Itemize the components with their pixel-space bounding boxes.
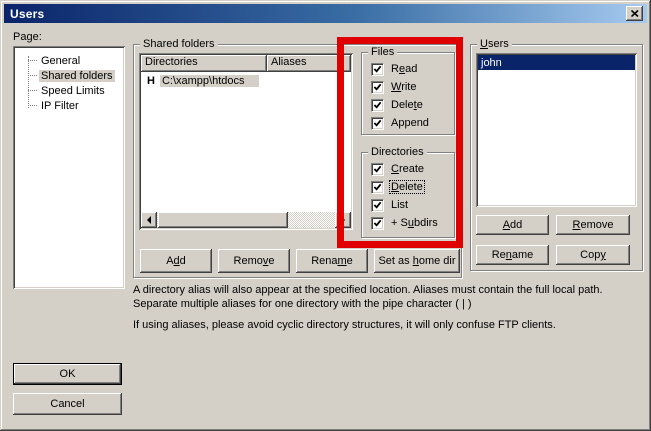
checkbox-append[interactable]: Append xyxy=(371,116,430,130)
users-dialog: Users Page: General Shared folders Speed… xyxy=(0,0,651,431)
checkbox-checked-icon xyxy=(371,163,384,176)
directories-list-header: Directories Aliases xyxy=(141,55,351,72)
directory-row[interactable]: H C:\xampp\htdocs xyxy=(141,73,351,88)
horizontal-scrollbar[interactable] xyxy=(141,212,351,228)
checkbox-checked-icon xyxy=(371,199,384,212)
checkbox-delete-dir[interactable]: Delete xyxy=(371,180,424,194)
checkbox-checked-icon xyxy=(371,81,384,94)
tree-item-ip-filter[interactable]: IP Filter xyxy=(28,98,81,113)
scroll-right-button[interactable] xyxy=(335,212,351,228)
checkbox-subdirs[interactable]: + Subdirs xyxy=(371,216,439,230)
checkbox-create[interactable]: Create xyxy=(371,162,425,176)
users-group-title: Users xyxy=(477,38,512,50)
tree-stub-icon xyxy=(28,90,37,91)
checkbox-read[interactable]: Read xyxy=(371,62,418,76)
scroll-left-icon xyxy=(143,216,151,224)
shared-folders-group-title: Shared folders xyxy=(140,38,218,50)
rename-directory-button[interactable]: Rename xyxy=(296,249,368,273)
remove-user-button[interactable]: Remove xyxy=(556,215,630,235)
checkbox-write[interactable]: Write xyxy=(371,80,417,94)
tree-item-shared-folders[interactable]: Shared folders xyxy=(28,68,115,83)
tree-stub-icon xyxy=(28,75,37,76)
close-button[interactable] xyxy=(626,6,643,21)
page-tree[interactable]: General Shared folders Speed Limits IP F… xyxy=(13,46,125,289)
user-list-item-john[interactable]: john xyxy=(478,55,635,70)
checkbox-checked-icon xyxy=(371,217,384,230)
directory-path: C:\xampp\htdocs xyxy=(160,75,259,87)
scrollbar-thumb[interactable] xyxy=(158,212,288,228)
add-user-button[interactable]: Add xyxy=(476,215,549,235)
checkbox-checked-icon xyxy=(371,117,384,130)
tree-item-speed-limits[interactable]: Speed Limits xyxy=(28,83,107,98)
window-title: Users xyxy=(10,7,44,21)
users-listbox[interactable]: john xyxy=(476,53,637,207)
checkbox-checked-icon xyxy=(371,63,384,76)
alias-help-paragraph: A directory alias will also appear at th… xyxy=(133,283,645,311)
rename-user-button[interactable]: Rename xyxy=(476,245,549,265)
checkbox-list[interactable]: List xyxy=(371,198,409,212)
cancel-button[interactable]: Cancel xyxy=(13,393,122,415)
column-header-aliases[interactable]: Aliases xyxy=(267,55,351,72)
files-group-title: Files xyxy=(368,46,397,58)
checkbox-checked-icon xyxy=(371,181,384,194)
checkbox-delete-file[interactable]: Delete xyxy=(371,98,424,112)
add-directory-button[interactable]: Add xyxy=(140,249,212,273)
column-header-directories[interactable]: Directories xyxy=(141,55,267,72)
ok-button[interactable]: OK xyxy=(13,363,122,385)
tree-stub-icon xyxy=(28,60,37,61)
tree-item-general[interactable]: General xyxy=(28,53,82,68)
title-bar[interactable]: Users xyxy=(4,4,647,23)
cyclic-help-paragraph: If using aliases, please avoid cyclic di… xyxy=(133,318,645,332)
directories-group-title: Directories xyxy=(368,146,427,158)
home-directory-marker: H xyxy=(147,75,155,87)
scroll-right-icon xyxy=(341,216,349,224)
help-text: A directory alias will also appear at th… xyxy=(133,283,645,332)
directories-list[interactable]: Directories Aliases H C:\xampp\htdocs xyxy=(139,53,353,230)
page-panel-label: Page: xyxy=(13,31,42,43)
remove-directory-button[interactable]: Remove xyxy=(218,249,290,273)
copy-user-button[interactable]: Copy xyxy=(556,245,630,265)
scroll-left-button[interactable] xyxy=(141,212,157,228)
close-icon xyxy=(631,8,639,20)
checkbox-checked-icon xyxy=(371,99,384,112)
tree-stub-icon xyxy=(28,105,37,106)
set-as-home-dir-button[interactable]: Set as home dir xyxy=(374,249,460,273)
